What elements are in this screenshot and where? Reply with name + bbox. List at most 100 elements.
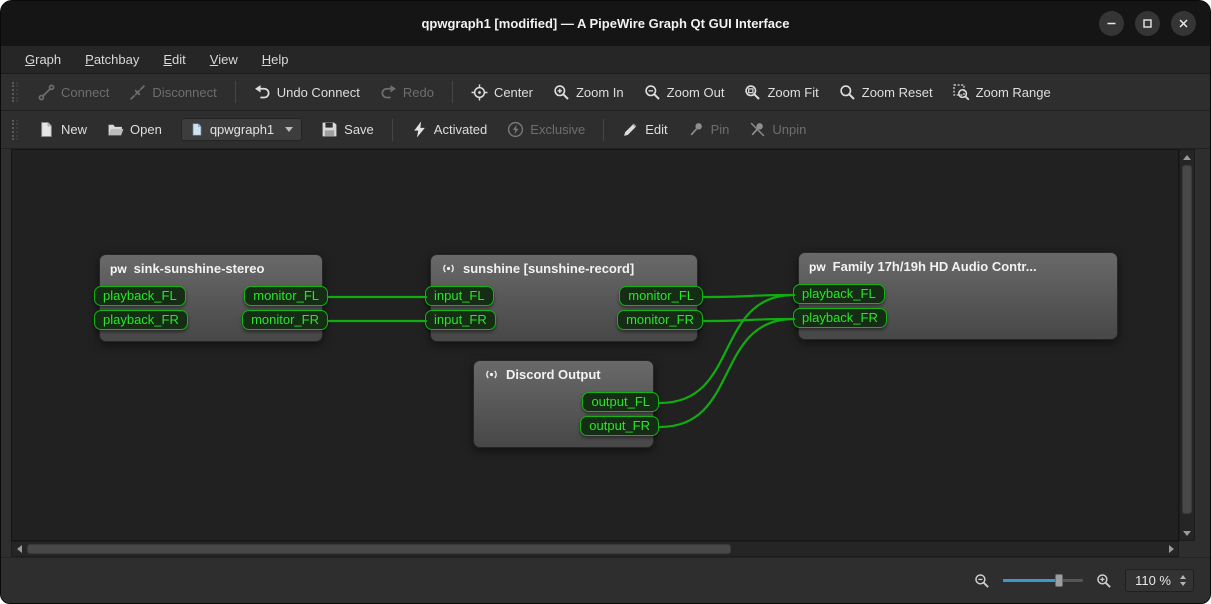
lightning-icon bbox=[411, 121, 428, 138]
port-row: input_FR monitor_FR bbox=[425, 310, 703, 330]
patchbay-profile-combo[interactable]: qpwgraph1 bbox=[181, 118, 302, 141]
port-input-fl[interactable]: input_FL bbox=[425, 286, 494, 306]
toolbar-drag-handle[interactable] bbox=[12, 120, 18, 140]
horizontal-scrollbar[interactable] bbox=[11, 541, 1179, 557]
scroll-left-arrow[interactable] bbox=[12, 542, 26, 556]
minimize-button[interactable] bbox=[1099, 11, 1124, 36]
port-row: playback_FR bbox=[793, 308, 1123, 328]
pipewire-icon: pw bbox=[110, 262, 127, 276]
menu-view[interactable]: View bbox=[200, 48, 248, 71]
node-sink-sunshine-stereo[interactable]: pw sink-sunshine-stereo playback_FL moni… bbox=[99, 254, 323, 342]
zoom-slider-handle[interactable] bbox=[1055, 574, 1063, 587]
zoom-fit-button[interactable]: Zoom Fit bbox=[735, 79, 827, 106]
port-output-fl[interactable]: output_FL bbox=[582, 392, 659, 412]
zoom-out-button[interactable]: Zoom Out bbox=[635, 79, 734, 106]
scroll-up-arrow[interactable] bbox=[1180, 150, 1194, 164]
vertical-scroll-track[interactable] bbox=[1180, 164, 1194, 526]
zoom-range-button[interactable]: Zoom Range bbox=[944, 79, 1060, 106]
port-list: playback_FL playback_FR bbox=[799, 277, 1117, 339]
zoom-range-icon bbox=[953, 84, 970, 101]
port-row: playback_FL monitor_FL bbox=[94, 286, 328, 306]
edit-button[interactable]: Edit bbox=[613, 116, 676, 143]
horizontal-scroll-track[interactable] bbox=[26, 542, 1164, 556]
connection-wires bbox=[12, 150, 1179, 541]
menu-edit[interactable]: Edit bbox=[153, 48, 195, 71]
exclusive-button: Exclusive bbox=[498, 116, 594, 143]
zoom-out-label: Zoom Out bbox=[667, 85, 725, 100]
graph-canvas[interactable]: pw sink-sunshine-stereo playback_FL moni… bbox=[11, 149, 1179, 541]
zoom-slider[interactable] bbox=[1003, 573, 1083, 588]
save-floppy-icon bbox=[321, 121, 338, 138]
close-button[interactable] bbox=[1171, 11, 1196, 36]
vertical-scroll-thumb[interactable] bbox=[1182, 165, 1192, 514]
menu-help[interactable]: Help bbox=[252, 48, 299, 71]
port-playback-fl[interactable]: playback_FL bbox=[793, 284, 885, 304]
toolbar-separator bbox=[392, 119, 393, 141]
spin-down-button[interactable] bbox=[1180, 582, 1186, 586]
open-button[interactable]: Open bbox=[98, 116, 171, 143]
center-button[interactable]: Center bbox=[462, 79, 542, 106]
save-button[interactable]: Save bbox=[312, 116, 383, 143]
scroll-down-arrow[interactable] bbox=[1180, 526, 1194, 540]
node-header: sunshine [sunshine-record] bbox=[431, 255, 697, 279]
zoom-in-label: Zoom In bbox=[576, 85, 624, 100]
spin-arrows bbox=[1178, 574, 1188, 587]
port-row: output_FL bbox=[468, 392, 659, 412]
zoom-out-icon[interactable] bbox=[974, 573, 990, 589]
port-monitor-fl[interactable]: monitor_FL bbox=[244, 286, 328, 306]
connect-button: Connect bbox=[29, 79, 118, 106]
menu-patchbay[interactable]: Patchbay bbox=[75, 48, 149, 71]
scroll-right-arrow[interactable] bbox=[1164, 542, 1178, 556]
maximize-button[interactable] bbox=[1135, 11, 1160, 36]
node-title: sink-sunshine-stereo bbox=[134, 261, 265, 276]
pencil-icon bbox=[622, 121, 639, 138]
node-header: pw Family 17h/19h HD Audio Contr... bbox=[799, 253, 1117, 277]
chevron-down-icon bbox=[285, 127, 293, 132]
activated-button[interactable]: Activated bbox=[402, 116, 496, 143]
profile-name: qpwgraph1 bbox=[210, 122, 274, 137]
port-playback-fl[interactable]: playback_FL bbox=[94, 286, 186, 306]
toolbar-drag-handle[interactable] bbox=[12, 82, 18, 102]
unpin-label: Unpin bbox=[772, 122, 806, 137]
activated-label: Activated bbox=[434, 122, 487, 137]
vertical-scrollbar[interactable] bbox=[1179, 149, 1195, 541]
node-family-hd-audio[interactable]: pw Family 17h/19h HD Audio Contr... play… bbox=[798, 252, 1118, 340]
pushpin-icon bbox=[688, 121, 705, 138]
file-icon bbox=[190, 123, 204, 137]
open-folder-icon bbox=[107, 121, 124, 138]
port-playback-fr[interactable]: playback_FR bbox=[793, 308, 887, 328]
new-button[interactable]: New bbox=[29, 116, 96, 143]
redo-icon bbox=[380, 84, 397, 101]
zoom-reset-button[interactable]: Zoom Reset bbox=[830, 79, 942, 106]
port-monitor-fr[interactable]: monitor_FR bbox=[617, 310, 703, 330]
disconnect-button: Disconnect bbox=[120, 79, 225, 106]
zoom-in-button[interactable]: Zoom In bbox=[544, 79, 633, 106]
port-list: playback_FL monitor_FL playback_FR monit… bbox=[100, 279, 322, 341]
port-playback-fr[interactable]: playback_FR bbox=[94, 310, 188, 330]
port-input-fr[interactable]: input_FR bbox=[425, 310, 496, 330]
patchbay-toolbar: New Open qpwgraph1 Save bbox=[1, 111, 1210, 149]
menu-graph[interactable]: Graph bbox=[15, 48, 71, 71]
main-area: pw sink-sunshine-stereo playback_FL moni… bbox=[11, 149, 1195, 557]
port-monitor-fl[interactable]: monitor_FL bbox=[619, 286, 703, 306]
undo-connect-button[interactable]: Undo Connect bbox=[245, 79, 369, 106]
zoom-range-label: Zoom Range bbox=[976, 85, 1051, 100]
save-label: Save bbox=[344, 122, 374, 137]
node-sunshine-record[interactable]: sunshine [sunshine-record] input_FL moni… bbox=[430, 254, 698, 342]
zoom-spinbox[interactable]: 110 % bbox=[1125, 569, 1194, 592]
port-output-fr[interactable]: output_FR bbox=[580, 416, 659, 436]
zoom-fit-label: Zoom Fit bbox=[767, 85, 818, 100]
port-monitor-fr[interactable]: monitor_FR bbox=[242, 310, 328, 330]
disconnect-label: Disconnect bbox=[152, 85, 216, 100]
edit-label: Edit bbox=[645, 122, 667, 137]
window-controls bbox=[1099, 1, 1196, 46]
graph-toolbar: Connect Disconnect Undo Connect Re bbox=[1, 74, 1210, 111]
port-row: playback_FL bbox=[793, 284, 1123, 304]
center-target-icon bbox=[471, 84, 488, 101]
horizontal-scroll-thumb[interactable] bbox=[27, 544, 731, 554]
spin-up-button[interactable] bbox=[1180, 575, 1186, 579]
toolbar-separator bbox=[235, 81, 236, 103]
zoom-in-icon[interactable] bbox=[1096, 573, 1112, 589]
zoom-out-icon bbox=[644, 84, 661, 101]
node-discord-output[interactable]: Discord Output output_FL output_FR bbox=[473, 360, 654, 448]
